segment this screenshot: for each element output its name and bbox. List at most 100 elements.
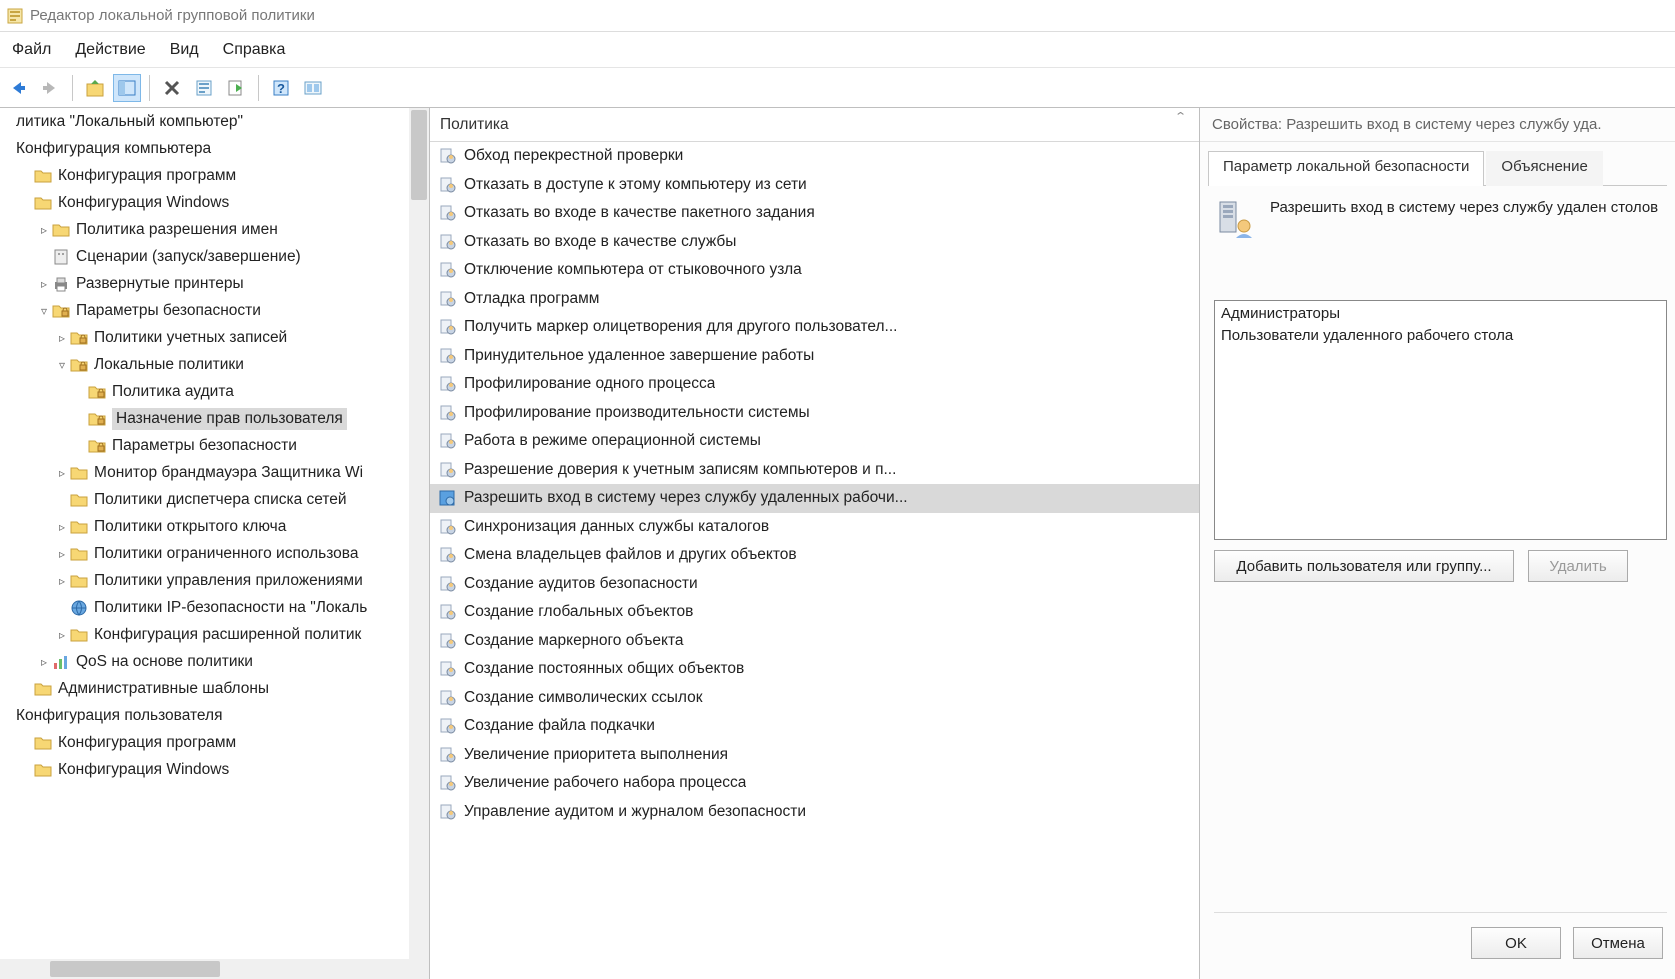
tree-programs-config[interactable]: Конфигурация программ <box>0 162 405 189</box>
up-button[interactable] <box>81 74 109 102</box>
expander-icon[interactable]: ▹ <box>54 466 70 480</box>
tree-node-icon <box>34 167 52 185</box>
policy-item[interactable]: Создание глобальных объектов <box>430 598 1199 627</box>
tree-node-icon <box>88 437 106 455</box>
policy-icon <box>438 546 456 564</box>
policy-item[interactable]: Отказать в доступе к этому компьютеру из… <box>430 171 1199 200</box>
tree-windows-config[interactable]: Конфигурация Windows <box>0 189 405 216</box>
menu-help[interactable]: Справка <box>223 41 286 59</box>
tree-local-policies[interactable]: ▿ Локальные политики <box>0 351 405 378</box>
policy-item[interactable]: Разрешение доверия к учетным записям ком… <box>430 456 1199 485</box>
expander-icon[interactable]: ▿ <box>54 358 70 372</box>
policy-item[interactable]: Создание файла подкачки <box>430 712 1199 741</box>
ok-button[interactable]: OK <box>1471 927 1561 959</box>
tree-app-control[interactable]: ▹ Политики управления приложениями <box>0 567 405 594</box>
expander-icon[interactable]: ▹ <box>54 331 70 345</box>
tree-audit-policy[interactable]: Политика аудита <box>0 378 405 405</box>
tree-programs-config-2[interactable]: Конфигурация программ <box>0 729 405 756</box>
tree-user-rights[interactable]: Назначение прав пользователя <box>0 405 405 432</box>
policy-label: Отказать во входе в качестве пакетного з… <box>464 204 815 222</box>
policy-item[interactable]: Отключение компьютера от стыковочного уз… <box>430 256 1199 285</box>
expander-icon[interactable]: ▹ <box>54 520 70 534</box>
tree-vscrollbar[interactable] <box>409 108 429 959</box>
tree-node-label: Политики диспетчера списка сетей <box>94 491 347 508</box>
tree-public-key[interactable]: ▹ Политики открытого ключа <box>0 513 405 540</box>
tree-windows-config-2[interactable]: Конфигурация Windows <box>0 756 405 783</box>
policy-item[interactable]: Обход перекрестной проверки <box>430 142 1199 171</box>
policy-item[interactable]: Работа в режиме операционной системы <box>430 427 1199 456</box>
policy-item[interactable]: Создание символических ссылок <box>430 684 1199 713</box>
tree-admin-templates[interactable]: Административные шаблоны <box>0 675 405 702</box>
add-user-button[interactable]: Добавить пользователя или группу... <box>1214 550 1514 582</box>
policy-item[interactable]: Смена владельцев файлов и других объекто… <box>430 541 1199 570</box>
tree-firewall-monitor[interactable]: ▹ Монитор брандмауэра Защитника Wi <box>0 459 405 486</box>
tree-security-options[interactable]: Параметры безопасности <box>0 432 405 459</box>
expander-icon[interactable]: ▹ <box>54 628 70 642</box>
tree-advanced-audit[interactable]: ▹ Конфигурация расширенной политик <box>0 621 405 648</box>
cancel-button[interactable]: Отмена <box>1573 927 1663 959</box>
policy-item[interactable]: Увеличение приоритета выполнения <box>430 741 1199 770</box>
policy-label: Создание постоянных общих объектов <box>464 660 744 678</box>
policy-item[interactable]: Отказать во входе в качестве пакетного з… <box>430 199 1199 228</box>
expander-icon[interactable]: ▿ <box>36 304 52 318</box>
policy-item[interactable]: Управление аудитом и журналом безопаснос… <box>430 798 1199 827</box>
policy-list[interactable]: Обход перекрестной проверки Отказать в д… <box>430 142 1199 979</box>
tree-node-label: Назначение прав пользователя <box>116 410 343 427</box>
tree-scripts[interactable]: Сценарии (запуск/завершение) <box>0 243 405 270</box>
tab-local-security[interactable]: Параметр локальной безопасности <box>1208 151 1484 186</box>
policy-item[interactable]: Разрешить вход в систему через службу уд… <box>430 484 1199 513</box>
policy-item[interactable]: Создание аудитов безопасности <box>430 570 1199 599</box>
tree-computer-config[interactable]: Конфигурация компьютера <box>0 135 405 162</box>
tree-node-label: Конфигурация программ <box>58 167 236 184</box>
expander-icon[interactable]: ▹ <box>36 655 52 669</box>
policy-item[interactable]: Отказать во входе в качестве службы <box>430 228 1199 257</box>
expander-icon[interactable]: ▹ <box>36 277 52 291</box>
policy-item[interactable]: Профилирование производительности систем… <box>430 399 1199 428</box>
tab-explain[interactable]: Объяснение <box>1486 151 1602 186</box>
tree-name-policy[interactable]: ▹ Политика разрешения имен <box>0 216 405 243</box>
policy-item[interactable]: Принудительное удаленное завершение рабо… <box>430 342 1199 371</box>
menu-file[interactable]: Файл <box>12 41 51 59</box>
tree-hscrollbar[interactable] <box>0 959 409 979</box>
policy-item[interactable]: Увеличение рабочего набора процесса <box>430 769 1199 798</box>
policy-label: Управление аудитом и журналом безопаснос… <box>464 803 806 821</box>
forward-button[interactable] <box>36 74 64 102</box>
policy-icon <box>438 290 456 308</box>
menu-view[interactable]: Вид <box>170 41 199 59</box>
tree-user-config[interactable]: Конфигурация пользователя <box>0 702 405 729</box>
user-row[interactable]: Администраторы <box>1221 305 1660 327</box>
tree-security-params[interactable]: ▿ Параметры безопасности <box>0 297 405 324</box>
policy-item[interactable]: Синхронизация данных службы каталогов <box>430 513 1199 542</box>
policy-item[interactable]: Создание постоянных общих объектов <box>430 655 1199 684</box>
expander-icon[interactable]: ▹ <box>54 547 70 561</box>
properties-button[interactable] <box>190 74 218 102</box>
show-hide-tree-button[interactable] <box>113 74 141 102</box>
expander-icon[interactable]: ▹ <box>54 574 70 588</box>
column-header-policy[interactable]: Политика <box>430 108 1199 142</box>
tree-account-policies[interactable]: ▹ Политики учетных записей <box>0 324 405 351</box>
user-row[interactable]: Пользователи удаленного рабочего стола <box>1221 327 1660 349</box>
menu-action[interactable]: Действие <box>75 41 145 59</box>
tree-network-list[interactable]: Политики диспетчера списка сетей <box>0 486 405 513</box>
tree-node-label: Конфигурация расширенной политик <box>94 626 361 643</box>
server-users-icon <box>1214 198 1256 240</box>
tree-node-label: Политика аудита <box>112 383 234 400</box>
expander-icon[interactable]: ▹ <box>36 223 52 237</box>
tree-root[interactable]: литика "Локальный компьютер" <box>0 108 405 135</box>
delete-button[interactable] <box>158 74 186 102</box>
delete-user-button: Удалить <box>1528 550 1628 582</box>
policy-item[interactable]: Отладка программ <box>430 285 1199 314</box>
back-button[interactable] <box>4 74 32 102</box>
help-button[interactable]: ? <box>267 74 295 102</box>
tree-ipsec[interactable]: Политики IP-безопасности на "Локаль <box>0 594 405 621</box>
manage-button[interactable] <box>299 74 327 102</box>
tree-restricted[interactable]: ▹ Политики ограниченного использова <box>0 540 405 567</box>
user-list[interactable]: АдминистраторыПользователи удаленного ра… <box>1214 300 1667 540</box>
tree[interactable]: литика "Локальный компьютер" Конфигураци… <box>0 108 429 979</box>
export-button[interactable] <box>222 74 250 102</box>
policy-item[interactable]: Создание маркерного объекта <box>430 627 1199 656</box>
policy-item[interactable]: Профилирование одного процесса <box>430 370 1199 399</box>
policy-item[interactable]: Получить маркер олицетворения для другог… <box>430 313 1199 342</box>
tree-qos[interactable]: ▹ QoS на основе политики <box>0 648 405 675</box>
tree-printers[interactable]: ▹ Развернутые принтеры <box>0 270 405 297</box>
